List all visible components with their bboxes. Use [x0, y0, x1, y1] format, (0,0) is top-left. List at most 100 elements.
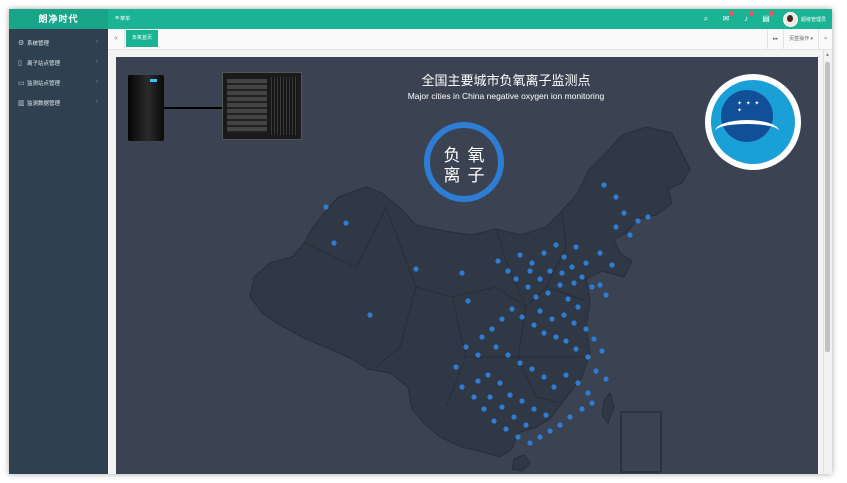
city-monitoring-point[interactable] [547, 268, 553, 274]
negative-ion-ring[interactable]: 负氧 离子 [424, 122, 504, 202]
city-monitoring-point[interactable] [343, 220, 349, 226]
city-monitoring-point[interactable] [499, 404, 505, 410]
scroll-thumb[interactable] [825, 62, 830, 352]
city-monitoring-point[interactable] [571, 320, 577, 326]
close-tabs-button[interactable]: × [818, 29, 832, 49]
city-monitoring-point[interactable] [511, 414, 517, 420]
city-monitoring-point[interactable] [601, 182, 607, 188]
city-monitoring-point[interactable] [517, 252, 523, 258]
bell-icon[interactable]: ♪ [741, 11, 754, 24]
city-monitoring-point[interactable] [519, 398, 525, 404]
city-monitoring-point[interactable] [589, 284, 595, 290]
city-monitoring-point[interactable] [493, 344, 499, 350]
city-monitoring-point[interactable] [553, 334, 559, 340]
tab-home[interactable]: 负氧首页 [126, 30, 159, 47]
menu-toggle-button[interactable]: ≡菜单 [115, 9, 130, 29]
city-monitoring-point[interactable] [471, 394, 477, 400]
city-monitoring-point[interactable] [585, 390, 591, 396]
city-monitoring-point[interactable] [583, 260, 589, 266]
city-monitoring-point[interactable] [593, 368, 599, 374]
city-monitoring-point[interactable] [503, 426, 509, 432]
city-monitoring-point[interactable] [463, 344, 469, 350]
city-monitoring-point[interactable] [575, 380, 581, 386]
brand-logo-text[interactable]: 朗净时代 [9, 9, 108, 29]
city-monitoring-point[interactable] [529, 260, 535, 266]
username-label[interactable]: 超级管理员 [801, 16, 826, 23]
mail-icon[interactable]: ✉ [721, 11, 734, 24]
city-monitoring-point[interactable] [645, 214, 651, 220]
city-monitoring-point[interactable] [485, 372, 491, 378]
city-monitoring-point[interactable] [613, 194, 619, 200]
city-monitoring-point[interactable] [563, 338, 569, 344]
city-monitoring-point[interactable] [579, 274, 585, 280]
city-monitoring-point[interactable] [613, 224, 619, 230]
city-monitoring-point[interactable] [499, 316, 505, 322]
city-monitoring-point[interactable] [599, 348, 605, 354]
city-monitoring-point[interactable] [573, 346, 579, 352]
city-monitoring-point[interactable] [513, 276, 519, 282]
city-monitoring-point[interactable] [597, 250, 603, 256]
city-monitoring-point[interactable] [533, 294, 539, 300]
city-monitoring-point[interactable] [481, 406, 487, 412]
tab-scroll-right-button[interactable]: ▸▸ [767, 29, 783, 49]
city-monitoring-point[interactable] [547, 428, 553, 434]
city-monitoring-point[interactable] [549, 316, 555, 322]
city-monitoring-point[interactable] [559, 270, 565, 276]
sidebar-item-ion-sites[interactable]: ▯ 离子站点管理 › [9, 55, 108, 70]
city-monitoring-point[interactable] [541, 250, 547, 256]
city-monitoring-point[interactable] [487, 394, 493, 400]
city-monitoring-point[interactable] [489, 326, 495, 332]
city-monitoring-point[interactable] [573, 244, 579, 250]
city-monitoring-point[interactable] [589, 400, 595, 406]
city-monitoring-point[interactable] [331, 240, 337, 246]
city-monitoring-point[interactable] [557, 282, 563, 288]
city-monitoring-point[interactable] [553, 242, 559, 248]
city-monitoring-point[interactable] [537, 308, 543, 314]
city-monitoring-point[interactable] [531, 406, 537, 412]
city-monitoring-point[interactable] [459, 384, 465, 390]
city-monitoring-point[interactable] [519, 314, 525, 320]
city-monitoring-point[interactable] [453, 364, 459, 370]
city-monitoring-point[interactable] [475, 378, 481, 384]
city-monitoring-point[interactable] [523, 422, 529, 428]
city-monitoring-point[interactable] [541, 374, 547, 380]
city-monitoring-point[interactable] [609, 262, 615, 268]
city-monitoring-point[interactable] [527, 268, 533, 274]
chart-icon[interactable]: ▤ [761, 11, 774, 24]
city-monitoring-point[interactable] [537, 434, 543, 440]
city-monitoring-point[interactable] [507, 392, 513, 398]
city-monitoring-point[interactable] [527, 440, 533, 446]
city-monitoring-point[interactable] [517, 360, 523, 366]
city-monitoring-point[interactable] [543, 412, 549, 418]
city-monitoring-point[interactable] [525, 284, 531, 290]
city-monitoring-point[interactable] [515, 434, 521, 440]
city-monitoring-point[interactable] [529, 366, 535, 372]
city-monitoring-point[interactable] [505, 352, 511, 358]
city-monitoring-point[interactable] [575, 304, 581, 310]
city-monitoring-point[interactable] [591, 336, 597, 342]
city-monitoring-point[interactable] [583, 326, 589, 332]
city-monitoring-point[interactable] [541, 330, 547, 336]
city-monitoring-point[interactable] [413, 266, 419, 272]
city-monitoring-point[interactable] [545, 290, 551, 296]
city-monitoring-point[interactable] [479, 334, 485, 340]
user-avatar[interactable] [782, 11, 798, 27]
city-monitoring-point[interactable] [603, 376, 609, 382]
city-monitoring-point[interactable] [475, 352, 481, 358]
tab-scroll-left-button[interactable]: « [108, 29, 125, 49]
city-monitoring-point[interactable] [569, 264, 575, 270]
city-monitoring-point[interactable] [497, 380, 503, 386]
city-monitoring-point[interactable] [567, 414, 573, 420]
city-monitoring-point[interactable] [579, 406, 585, 412]
sidebar-item-monitor-data[interactable]: ▥ 监测数据管理 › [9, 95, 108, 110]
city-monitoring-point[interactable] [509, 306, 515, 312]
vertical-scrollbar[interactable]: ▲ [823, 50, 832, 474]
city-monitoring-point[interactable] [603, 292, 609, 298]
city-monitoring-point[interactable] [367, 312, 373, 318]
sidebar-item-system[interactable]: ⚙ 系统管理 › [9, 35, 108, 50]
tab-options-dropdown[interactable]: 页签操作 ▾ [783, 29, 818, 49]
city-monitoring-point[interactable] [459, 270, 465, 276]
city-monitoring-point[interactable] [495, 258, 501, 264]
city-monitoring-point[interactable] [571, 280, 577, 286]
city-monitoring-point[interactable] [565, 296, 571, 302]
